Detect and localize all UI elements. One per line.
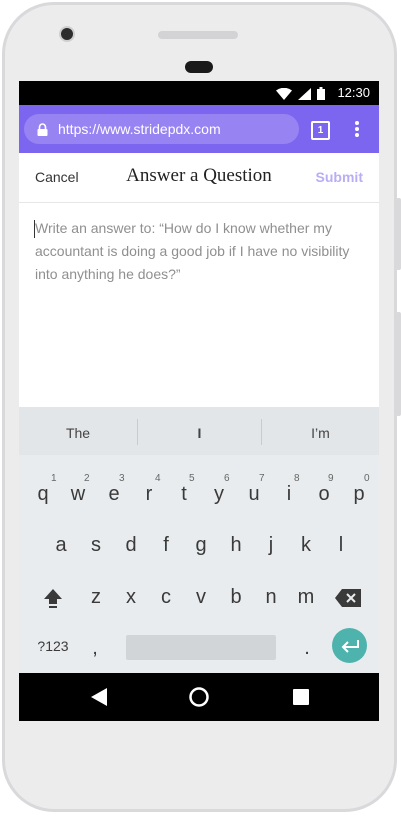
key-number-hint: 4 bbox=[155, 473, 161, 484]
spacebar[interactable] bbox=[126, 635, 276, 660]
symbols-key[interactable]: ?123 bbox=[31, 638, 75, 654]
power-button bbox=[396, 312, 401, 416]
browser-toolbar: https://www.stridepdx.com 1 bbox=[19, 105, 379, 153]
key-z[interactable]: z bbox=[78, 586, 114, 609]
key-c[interactable]: c bbox=[148, 586, 184, 609]
signal-icon bbox=[298, 87, 311, 100]
system-nav-bar bbox=[19, 673, 379, 721]
key-comma[interactable]: , bbox=[77, 637, 113, 660]
proximity-sensor bbox=[185, 61, 213, 73]
url-text: https://www.stridepdx.com bbox=[58, 121, 221, 137]
key-m[interactable]: m bbox=[288, 586, 324, 609]
page-header: Cancel Answer a Question Submit bbox=[19, 153, 379, 203]
tabs-icon[interactable]: 1 bbox=[311, 121, 330, 140]
key-number-hint: 0 bbox=[364, 473, 370, 484]
suggestion-strip: The I I’m bbox=[19, 407, 379, 455]
status-time: 12:30 bbox=[337, 85, 370, 100]
volume-button bbox=[396, 198, 401, 270]
key-a[interactable]: a bbox=[43, 534, 79, 557]
key-x[interactable]: x bbox=[113, 586, 149, 609]
key-t[interactable]: t bbox=[166, 483, 202, 506]
url-field[interactable]: https://www.stridepdx.com bbox=[24, 114, 299, 144]
key-period[interactable]: . bbox=[289, 637, 325, 660]
suggestion-item[interactable]: I’m bbox=[262, 407, 379, 455]
back-icon[interactable] bbox=[91, 688, 107, 706]
status-bar: 12:30 bbox=[19, 81, 379, 105]
key-number-hint: 1 bbox=[51, 473, 57, 484]
key-o[interactable]: o bbox=[306, 483, 342, 506]
key-n[interactable]: n bbox=[253, 586, 289, 609]
key-r[interactable]: r bbox=[131, 483, 167, 506]
status-icons bbox=[276, 87, 325, 100]
key-l[interactable]: l bbox=[323, 534, 359, 557]
key-q[interactable]: q bbox=[25, 483, 61, 506]
shift-icon[interactable] bbox=[43, 588, 63, 608]
submit-button[interactable]: Submit bbox=[316, 169, 363, 185]
phone-screen: 12:30 https://www.stridepdx.com 1 Cancel… bbox=[19, 81, 379, 721]
front-camera bbox=[59, 26, 75, 42]
enter-key[interactable] bbox=[332, 628, 367, 663]
key-y[interactable]: y bbox=[201, 483, 237, 506]
key-p[interactable]: p bbox=[341, 483, 377, 506]
key-e[interactable]: e bbox=[96, 483, 132, 506]
suggestion-item[interactable]: I bbox=[138, 407, 261, 455]
backspace-icon[interactable] bbox=[335, 589, 361, 607]
wifi-icon bbox=[276, 87, 292, 100]
recents-icon[interactable] bbox=[293, 689, 309, 705]
key-j[interactable]: j bbox=[253, 534, 289, 557]
key-k[interactable]: k bbox=[288, 534, 324, 557]
key-b[interactable]: b bbox=[218, 586, 254, 609]
key-s[interactable]: s bbox=[78, 534, 114, 557]
key-number-hint: 2 bbox=[84, 473, 90, 484]
key-w[interactable]: w bbox=[60, 483, 96, 506]
battery-icon bbox=[317, 87, 325, 100]
on-screen-keyboard: The I I’m q w e r t y u i o p 1 2 3 4 5 … bbox=[19, 407, 379, 673]
earpiece-speaker bbox=[158, 31, 238, 39]
home-icon[interactable] bbox=[189, 687, 209, 707]
suggestion-item[interactable]: The bbox=[19, 407, 137, 455]
key-v[interactable]: v bbox=[183, 586, 219, 609]
key-h[interactable]: h bbox=[218, 534, 254, 557]
more-vert-icon[interactable] bbox=[355, 121, 359, 137]
key-number-hint: 5 bbox=[189, 473, 195, 484]
enter-icon bbox=[341, 640, 359, 653]
key-number-hint: 3 bbox=[119, 473, 125, 484]
key-number-hint: 7 bbox=[259, 473, 265, 484]
key-u[interactable]: u bbox=[236, 483, 272, 506]
key-number-hint: 9 bbox=[328, 473, 334, 484]
key-d[interactable]: d bbox=[113, 534, 149, 557]
key-f[interactable]: f bbox=[148, 534, 184, 557]
key-number-hint: 8 bbox=[294, 473, 300, 484]
key-number-hint: 6 bbox=[224, 473, 230, 484]
key-i[interactable]: i bbox=[271, 483, 307, 506]
key-g[interactable]: g bbox=[183, 534, 219, 557]
lock-icon bbox=[37, 123, 48, 136]
answer-input[interactable]: Write an answer to: “How do I know wheth… bbox=[35, 217, 365, 286]
